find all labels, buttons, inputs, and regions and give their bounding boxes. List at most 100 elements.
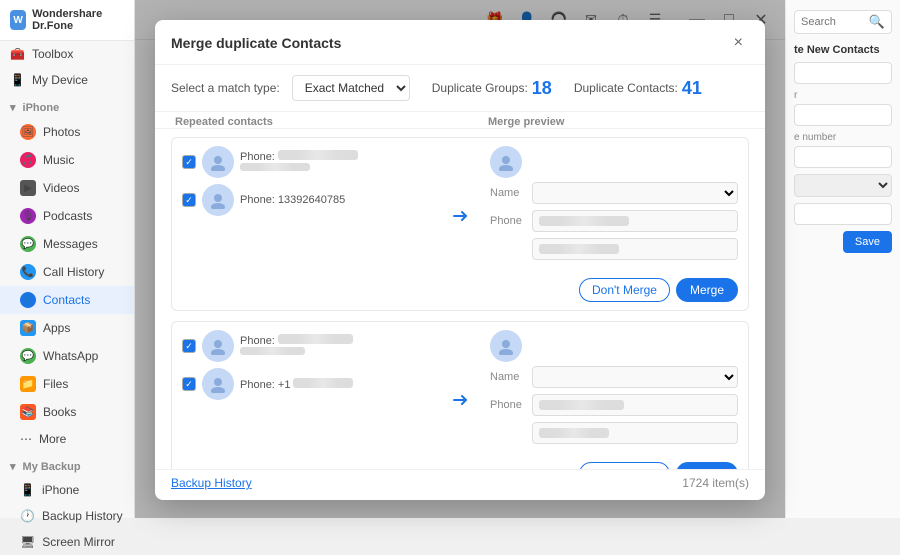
search-input[interactable]: [801, 16, 865, 28]
sidebar-item-iphone-backup[interactable]: 📱 iPhone: [0, 477, 134, 503]
merge-button-2[interactable]: Merge: [676, 462, 738, 469]
contact-checkbox-2b[interactable]: [182, 377, 196, 391]
sidebar-label-music: Music: [43, 153, 74, 167]
contact-checkbox-1a[interactable]: [182, 155, 196, 169]
sidebar-item-contacts[interactable]: 👤 Contacts: [0, 286, 134, 314]
sidebar-label-apps: Apps: [43, 321, 70, 335]
right-select[interactable]: [794, 174, 892, 197]
chevron-down-icon: ▾: [10, 101, 16, 114]
right-panel: 🔍 te New Contacts r e number Save: [785, 0, 900, 518]
contact-group-2: Phone: Phone: +1: [171, 321, 749, 469]
chevron-down-icon-backup: ▾: [10, 460, 16, 473]
match-type-select[interactable]: Exact Matched: [292, 75, 410, 101]
sidebar-label-screen-mirror: Screen Mirror: [42, 535, 115, 549]
match-type-label: Select a match type:: [171, 81, 280, 95]
sidebar-label-backup-history: Backup History: [42, 509, 123, 523]
preview-name-field-2: Name: [490, 366, 738, 388]
preview-phone-input-2b[interactable]: [532, 422, 738, 444]
call-history-icon: 📞: [20, 264, 36, 280]
backup-section-header[interactable]: ▾ My Backup: [0, 452, 134, 477]
new-contact-input-1[interactable]: [794, 62, 892, 84]
contact-row-1b: Phone: 13392640785: [182, 184, 430, 216]
right-label-number: e number: [794, 132, 892, 143]
avatar-1a: [202, 146, 234, 178]
sidebar-item-podcasts[interactable]: 🎙 Podcasts: [0, 202, 134, 230]
sidebar-label-files: Files: [43, 377, 68, 391]
repeated-col-header: Repeated contacts: [167, 116, 440, 128]
sidebar-item-screen-mirror[interactable]: 🖥 Screen Mirror: [0, 529, 134, 555]
whatsapp-icon: 💬: [20, 348, 36, 364]
sidebar-label-contacts: Contacts: [43, 293, 90, 307]
preview-phone-input-2a[interactable]: [532, 394, 738, 416]
screen-mirror-icon: 🖥: [20, 535, 35, 549]
backup-history-link[interactable]: Backup History: [171, 476, 252, 490]
contact-row-1a: Phone:: [182, 146, 430, 178]
sidebar-item-files[interactable]: 📁 Files: [0, 370, 134, 398]
files-icon: 📁: [20, 376, 36, 392]
dup-groups-label: Duplicate Groups:: [432, 81, 528, 95]
modal-toolbar: Select a match type: Exact Matched Dupli…: [155, 65, 765, 112]
arrow-col-1: [440, 138, 480, 274]
sidebar-item-books[interactable]: 📚 Books: [0, 398, 134, 426]
new-contact-input-4[interactable]: [794, 203, 892, 225]
dont-merge-button-1[interactable]: Don't Merge: [579, 278, 670, 302]
toolbox-icon: 🧰: [10, 47, 25, 61]
duplicate-groups-stat: Duplicate Groups: 18: [432, 78, 552, 99]
sidebar-item-messages[interactable]: 💬 Messages: [0, 230, 134, 258]
sidebar-label-books: Books: [43, 405, 76, 419]
dont-merge-button-2[interactable]: Don't Merge: [579, 462, 670, 469]
modal-header: Merge duplicate Contacts ×: [155, 20, 765, 65]
app-title: Wondershare Dr.Fone: [32, 8, 124, 32]
sidebar-label-whatsapp: WhatsApp: [43, 349, 98, 363]
new-contact-input-2[interactable]: [794, 104, 892, 126]
contact-phone-1a: Phone:: [240, 150, 430, 163]
sidebar-label-messages: Messages: [43, 237, 98, 251]
avatar-1b: [202, 184, 234, 216]
save-button[interactable]: Save: [843, 231, 892, 253]
preview-name-select-1[interactable]: [532, 182, 738, 204]
merge-button-1[interactable]: Merge: [676, 278, 738, 302]
new-contact-input-3[interactable]: [794, 146, 892, 168]
merge-contacts-modal: Merge duplicate Contacts × Select a matc…: [155, 20, 765, 500]
phone-label-2a: Phone: [490, 399, 526, 411]
contact-phone-2a: Phone:: [240, 334, 430, 347]
dup-contacts-label: Duplicate Contacts:: [574, 81, 678, 95]
podcasts-icon: 🎙: [20, 208, 36, 224]
contact-sub-1a: [240, 163, 430, 174]
sidebar-item-toolbox[interactable]: 🧰 Toolbox: [0, 41, 134, 67]
search-box[interactable]: 🔍: [794, 10, 892, 34]
sidebar-item-music[interactable]: 🎵 Music: [0, 146, 134, 174]
contacts-icon: 👤: [20, 292, 36, 308]
preview-name-select-2[interactable]: [532, 366, 738, 388]
sidebar-item-photos[interactable]: 🖼 Photos: [0, 118, 134, 146]
items-count: 1724 item(s): [682, 476, 749, 490]
contact-checkbox-1b[interactable]: [182, 193, 196, 207]
music-icon: 🎵: [20, 152, 36, 168]
contact-phone-2b: Phone: +1: [240, 378, 430, 391]
contact-checkbox-2a[interactable]: [182, 339, 196, 353]
sidebar-item-backup-history[interactable]: 🕐 Backup History: [0, 503, 134, 529]
sidebar-item-videos[interactable]: ▶ Videos: [0, 174, 134, 202]
iphone-section-header[interactable]: ▾ iPhone: [0, 93, 134, 118]
preview-phone-input-1a[interactable]: [532, 210, 738, 232]
backup-history-icon: 🕐: [20, 509, 35, 523]
modal-footer: Backup History 1724 item(s): [155, 469, 765, 500]
sidebar-label-iphone-backup: iPhone: [42, 483, 79, 497]
new-contacts-title: te New Contacts: [794, 44, 892, 56]
modal-title: Merge duplicate Contacts: [171, 35, 341, 51]
sidebar-item-more[interactable]: ⋯ More: [0, 426, 134, 452]
contact-row-2a: Phone:: [182, 330, 430, 362]
sidebar-item-whatsapp[interactable]: 💬 WhatsApp: [0, 342, 134, 370]
modal-overlay: Merge duplicate Contacts × Select a matc…: [135, 0, 785, 518]
videos-icon: ▶: [20, 180, 36, 196]
sidebar-item-call-history[interactable]: 📞 Call History: [0, 258, 134, 286]
preview-phone-input-1b[interactable]: [532, 238, 738, 260]
avatar-2a: [202, 330, 234, 362]
modal-close-button[interactable]: ×: [728, 32, 749, 54]
sidebar-item-my-device[interactable]: 📱 My Device: [0, 67, 134, 93]
app-header: W Wondershare Dr.Fone: [0, 0, 134, 41]
contact-info-1b: Phone: 13392640785: [240, 194, 430, 206]
contact-info-1a: Phone:: [240, 150, 430, 174]
sidebar-item-apps[interactable]: 📦 Apps: [0, 314, 134, 342]
messages-icon: 💬: [20, 236, 36, 252]
